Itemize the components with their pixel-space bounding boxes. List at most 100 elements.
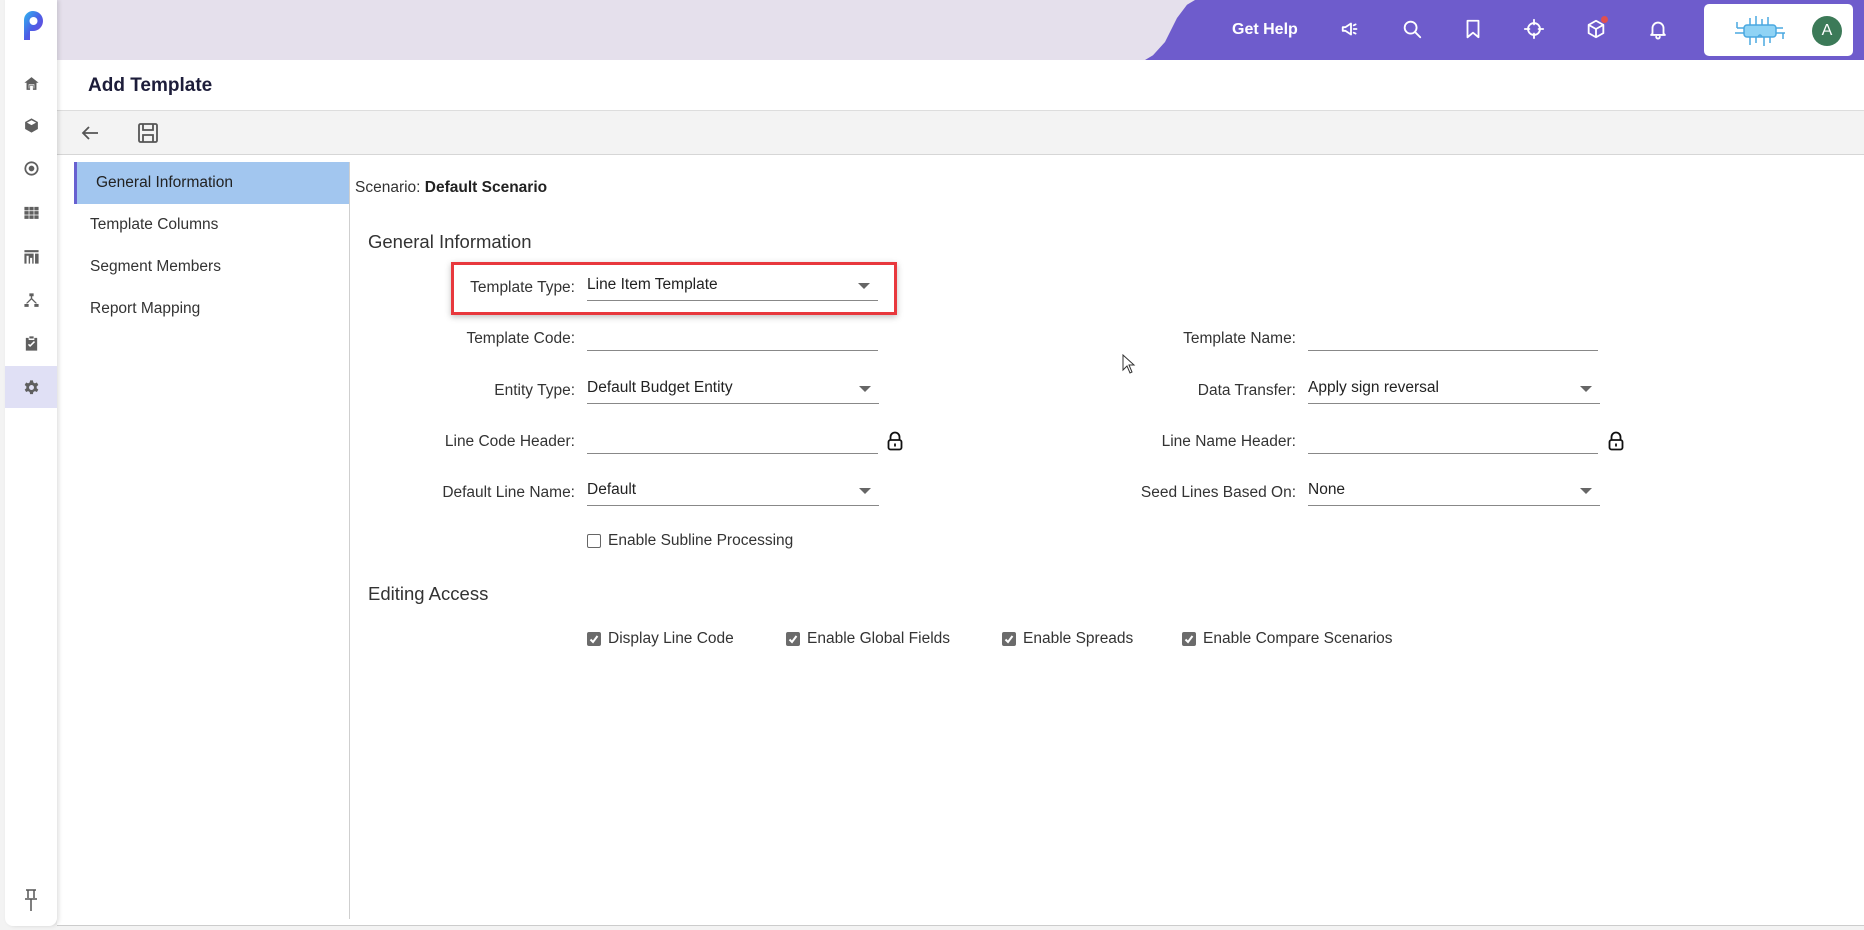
rail-tasks[interactable] bbox=[5, 322, 57, 364]
bell-icon bbox=[1650, 21, 1666, 40]
display-line-code-label: Display Line Code bbox=[608, 630, 734, 647]
template-name-label: Template Name: bbox=[1183, 330, 1296, 347]
seed-lines-label: Seed Lines Based On: bbox=[1140, 484, 1296, 501]
check-icon bbox=[788, 635, 798, 644]
enable-spreads-checkbox[interactable]: Enable Spreads bbox=[1002, 630, 1133, 648]
target-icon bbox=[23, 160, 39, 176]
toolbar bbox=[57, 111, 1864, 155]
checkbox-checked[interactable] bbox=[786, 632, 800, 646]
notification-dot bbox=[1601, 16, 1608, 23]
scenario-label: Scenario: bbox=[355, 179, 421, 196]
enable-compare-scenarios-checkbox[interactable]: Enable Compare Scenarios bbox=[1182, 630, 1393, 648]
rail-modeling[interactable] bbox=[5, 104, 57, 146]
template-name-input[interactable] bbox=[1308, 323, 1598, 351]
rail-hierarchy[interactable] bbox=[5, 279, 57, 321]
editing-access-heading: Editing Access bbox=[368, 583, 489, 604]
packages-button[interactable] bbox=[1583, 16, 1609, 42]
page-title: Add Template bbox=[88, 75, 213, 96]
entity-type-label: Entity Type: bbox=[494, 382, 575, 399]
notifications-button[interactable] bbox=[1645, 16, 1671, 42]
report-icon bbox=[23, 249, 39, 264]
back-button[interactable] bbox=[77, 121, 103, 145]
enable-global-fields-checkbox[interactable]: Enable Global Fields bbox=[786, 630, 950, 648]
entity-type-select[interactable]: Default Budget Entity bbox=[587, 376, 879, 404]
grid-icon bbox=[23, 206, 39, 219]
check-icon bbox=[589, 635, 599, 644]
nav-template-columns[interactable]: Template Columns bbox=[74, 204, 349, 246]
chevron-down-icon bbox=[859, 386, 871, 392]
line-name-header-label: Line Name Header: bbox=[1161, 433, 1296, 450]
checkbox-unchecked[interactable] bbox=[587, 534, 601, 548]
back-arrow-icon bbox=[81, 126, 98, 140]
display-line-code-checkbox[interactable]: Display Line Code bbox=[587, 630, 734, 648]
p-logo[interactable] bbox=[22, 10, 46, 42]
template-type-value: Line Item Template bbox=[587, 276, 718, 293]
template-type-label: Template Type: bbox=[470, 279, 575, 296]
line-name-header-input[interactable] bbox=[1308, 426, 1598, 454]
general-information-heading: General Information bbox=[368, 231, 532, 252]
scenario-line: Scenario: Default Scenario bbox=[355, 179, 547, 197]
check-icon bbox=[1184, 635, 1194, 644]
template-code-input[interactable] bbox=[587, 323, 878, 351]
nav-general-information[interactable]: General Information bbox=[74, 162, 349, 204]
bookmark-icon bbox=[1466, 19, 1480, 39]
bookmark-button[interactable] bbox=[1460, 16, 1486, 42]
clipboard-icon bbox=[25, 335, 37, 351]
home-icon bbox=[23, 76, 39, 90]
gear-icon bbox=[24, 379, 38, 394]
entity-type-value: Default Budget Entity bbox=[587, 379, 733, 396]
chevron-down-icon bbox=[1580, 488, 1592, 494]
checkbox-checked[interactable] bbox=[1002, 632, 1016, 646]
default-line-name-select[interactable]: Default bbox=[587, 478, 879, 506]
save-button[interactable] bbox=[135, 121, 161, 145]
chevron-down-icon bbox=[858, 283, 870, 289]
data-transfer-value: Apply sign reversal bbox=[1308, 379, 1439, 396]
check-icon bbox=[1004, 635, 1014, 644]
template-type-select[interactable]: Line Item Template bbox=[587, 273, 878, 301]
cube-icon bbox=[24, 117, 38, 133]
checkbox-checked[interactable] bbox=[1182, 632, 1196, 646]
chevron-down-icon bbox=[859, 488, 871, 494]
pin-button[interactable] bbox=[5, 888, 57, 912]
subline-checkbox[interactable]: Enable Subline Processing bbox=[587, 532, 793, 550]
data-transfer-label: Data Transfer: bbox=[1197, 382, 1296, 399]
title-bar: Add Template bbox=[57, 60, 1864, 111]
vr-headset-icon bbox=[1735, 16, 1785, 46]
nav-segment-members[interactable]: Segment Members bbox=[74, 246, 349, 288]
search-button[interactable] bbox=[1399, 16, 1425, 42]
line-code-header-input[interactable] bbox=[587, 426, 878, 454]
data-transfer-select[interactable]: Apply sign reversal bbox=[1308, 376, 1600, 404]
rail-home[interactable] bbox=[5, 62, 57, 104]
lock-icon[interactable] bbox=[886, 431, 904, 451]
line-code-header-label: Line Code Header: bbox=[444, 433, 575, 450]
rail-reports[interactable] bbox=[5, 235, 57, 277]
announcements-button[interactable] bbox=[1338, 16, 1364, 42]
app-rail bbox=[5, 0, 57, 926]
seed-lines-select[interactable]: None bbox=[1308, 478, 1600, 506]
enable-global-fields-label: Enable Global Fields bbox=[807, 630, 951, 647]
rail-data[interactable] bbox=[5, 191, 57, 233]
content-area: General Information Template Columns Seg… bbox=[57, 155, 1864, 926]
crosshair-icon bbox=[1523, 18, 1545, 40]
seed-lines-value: None bbox=[1308, 481, 1346, 498]
crosshair-button[interactable] bbox=[1521, 16, 1547, 42]
mouse-cursor-icon bbox=[1122, 354, 1136, 374]
profile-area[interactable]: A bbox=[1704, 4, 1853, 56]
section-nav: General Information Template Columns Seg… bbox=[74, 162, 350, 919]
get-help-link[interactable]: Get Help bbox=[1232, 21, 1298, 39]
pin-icon bbox=[25, 889, 37, 911]
avatar[interactable]: A bbox=[1812, 16, 1842, 46]
enable-compare-scenarios-label: Enable Compare Scenarios bbox=[1203, 630, 1393, 647]
rail-planning[interactable] bbox=[5, 147, 57, 189]
template-code-label: Template Code: bbox=[466, 330, 575, 347]
rail-settings[interactable] bbox=[5, 366, 57, 408]
hierarchy-icon bbox=[23, 292, 39, 307]
default-line-name-value: Default bbox=[587, 481, 637, 498]
checkbox-checked[interactable] bbox=[587, 632, 601, 646]
megaphone-icon bbox=[1341, 22, 1358, 36]
lock-icon[interactable] bbox=[1607, 431, 1625, 451]
chevron-down-icon bbox=[1580, 386, 1592, 392]
nav-report-mapping[interactable]: Report Mapping bbox=[74, 288, 349, 330]
enable-spreads-label: Enable Spreads bbox=[1023, 630, 1134, 647]
save-icon bbox=[138, 123, 158, 143]
